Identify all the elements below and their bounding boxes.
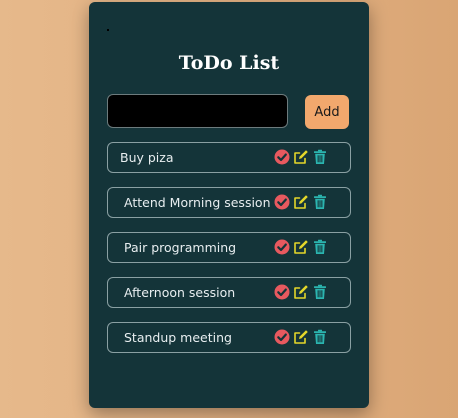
trash-icon[interactable] [312, 194, 328, 210]
decorative-dot [107, 29, 109, 31]
check-circle-icon[interactable] [274, 329, 290, 345]
check-circle-icon[interactable] [274, 239, 290, 255]
todo-item-actions [274, 239, 328, 255]
todo-item-text: Pair programming [124, 240, 237, 255]
todo-item-text: Afternoon session [124, 285, 236, 300]
check-circle-icon[interactable] [274, 149, 290, 165]
trash-icon[interactable] [312, 329, 328, 345]
check-circle-icon[interactable] [274, 284, 290, 300]
todo-item-actions [274, 284, 328, 300]
check-circle-icon[interactable] [274, 194, 290, 210]
todo-item: Pair programming [107, 232, 351, 263]
add-button[interactable]: Add [305, 95, 349, 129]
edit-icon[interactable] [293, 329, 309, 345]
todo-item: Afternoon session [107, 277, 351, 308]
edit-icon[interactable] [293, 239, 309, 255]
edit-icon[interactable] [293, 284, 309, 300]
todo-item-text: Buy piza [120, 150, 174, 165]
trash-icon[interactable] [312, 284, 328, 300]
todo-item-text: Standup meeting [124, 330, 232, 345]
todo-item-actions [274, 149, 328, 165]
page-title: ToDo List [178, 52, 280, 74]
todo-input[interactable] [107, 94, 288, 128]
todo-item-text: Attend Morning session [124, 195, 271, 210]
todo-item-actions [274, 329, 328, 345]
edit-icon[interactable] [293, 149, 309, 165]
todo-item: Standup meeting [107, 322, 351, 353]
trash-icon[interactable] [312, 239, 328, 255]
todo-card: ToDo List Add Buy piza Attend Morning se… [89, 2, 369, 408]
todo-item: Buy piza [107, 142, 351, 173]
todo-list: Buy piza Attend Morning session Pair pro… [107, 142, 351, 367]
trash-icon[interactable] [312, 149, 328, 165]
edit-icon[interactable] [293, 194, 309, 210]
todo-item: Attend Morning session [107, 187, 351, 218]
todo-item-actions [274, 194, 328, 210]
